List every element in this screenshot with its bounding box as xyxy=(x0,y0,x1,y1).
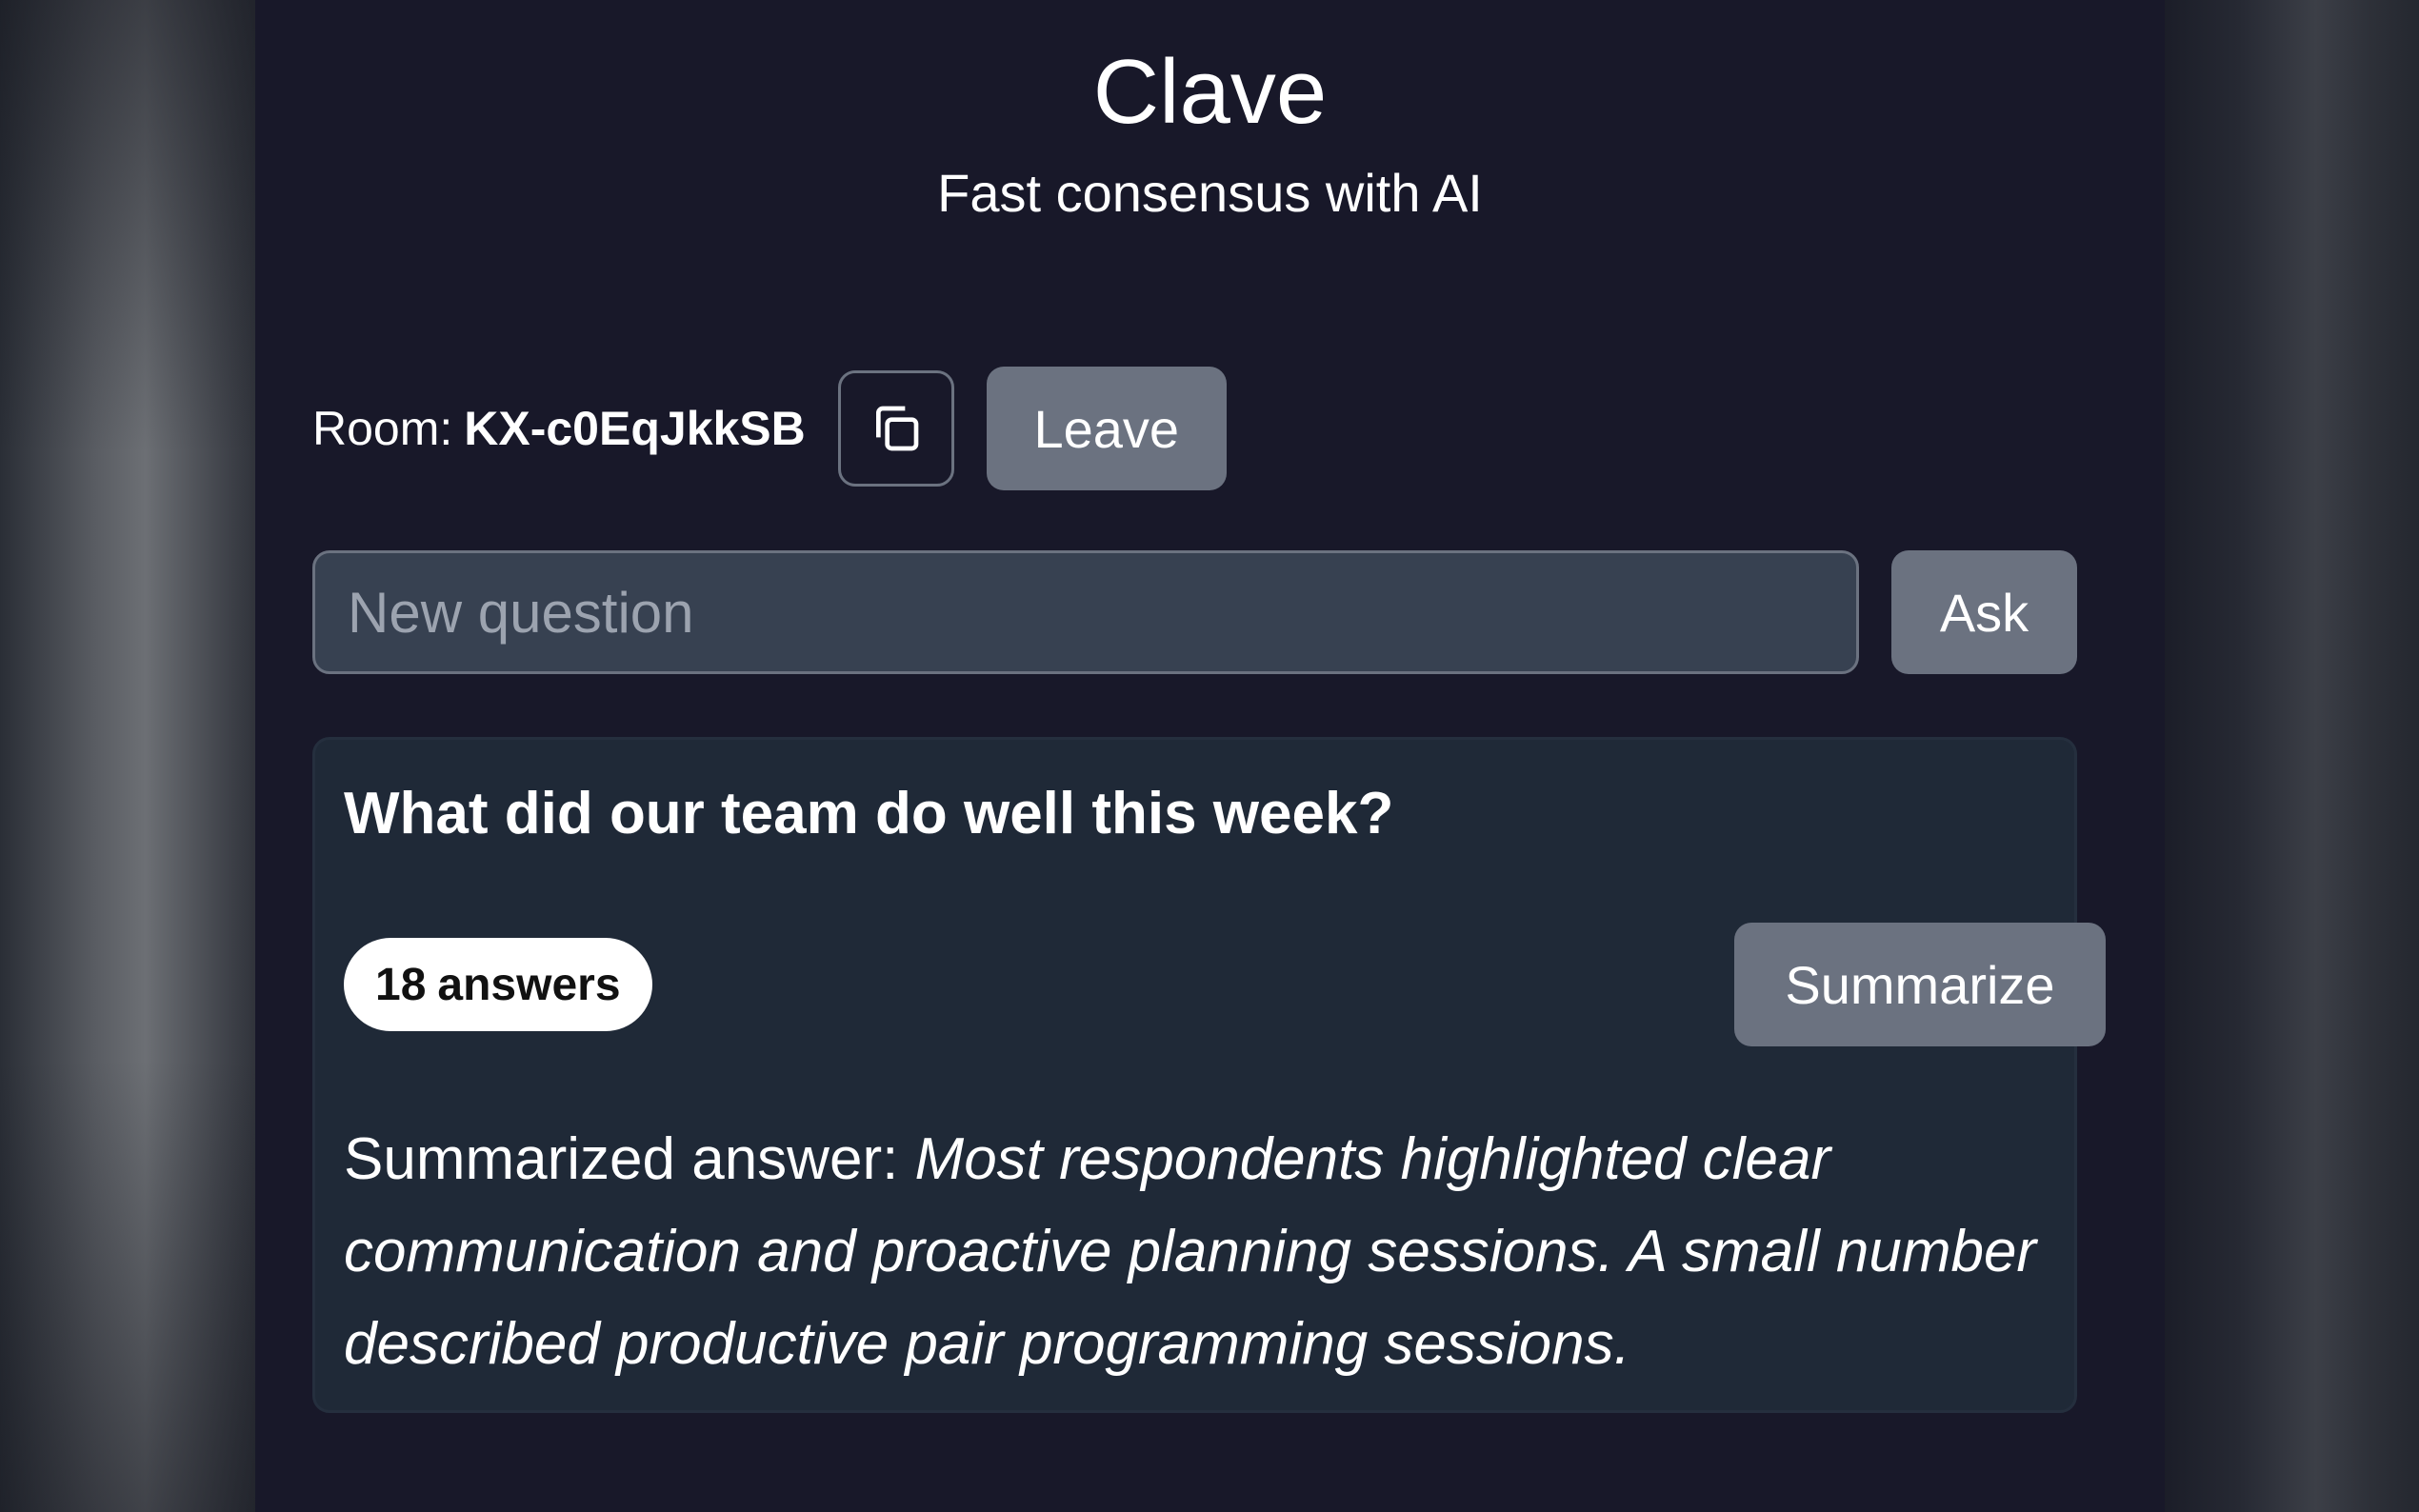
ask-button[interactable]: Ask xyxy=(1891,550,2077,674)
answer-count: 18 xyxy=(375,959,427,1010)
copy-icon xyxy=(875,406,919,451)
new-question-input[interactable] xyxy=(312,550,1859,674)
question-text: What did our team do well this week? xyxy=(344,781,1394,846)
app-container: Clave Fast consensus with AI Room: KX-c0… xyxy=(255,0,2165,1512)
app-title: Clave xyxy=(1092,41,1328,143)
question-card: What did our team do well this week? 18 … xyxy=(312,737,2106,1413)
summary-prefix: Summarized answer: xyxy=(344,1126,899,1192)
background-right xyxy=(2162,0,2419,1512)
answer-count-label: answers xyxy=(437,959,621,1010)
app-subtitle: Fast consensus with AI xyxy=(937,163,1483,223)
room-code: KX-c0EqJkkSB xyxy=(464,402,806,455)
leave-button[interactable]: Leave xyxy=(986,367,1227,490)
copy-room-code-button[interactable] xyxy=(837,370,954,487)
summarize-button[interactable]: Summarize xyxy=(1734,923,2106,1046)
room-bar: Room: KX-c0EqJkkSB Leave xyxy=(312,367,1227,490)
background-left xyxy=(0,0,255,1512)
summary: Summarized answer: Most respondents high… xyxy=(344,1113,2049,1390)
answer-count-badge: 18 answers xyxy=(344,938,652,1031)
room-label: Room: xyxy=(312,402,453,455)
